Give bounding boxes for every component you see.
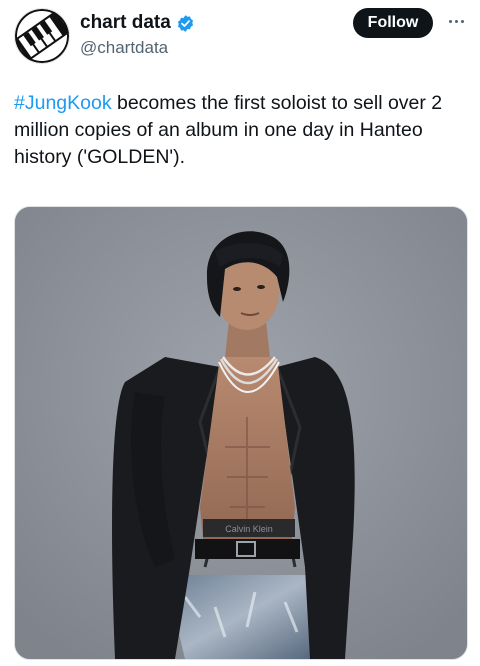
hashtag-link[interactable]: #JungKook (14, 92, 112, 114)
tweet-photo[interactable]: Calvin Klein (14, 206, 468, 660)
tweet-header: chart data @chartdata Follow (0, 0, 480, 74)
tweet-text: #JungKook becomes the first soloist to s… (14, 90, 469, 171)
verified-badge-icon (176, 14, 195, 33)
avatar[interactable] (14, 8, 70, 64)
more-dots-icon[interactable] (443, 12, 469, 30)
display-name[interactable]: chart data (80, 12, 171, 34)
handle[interactable]: @chartdata (80, 38, 168, 58)
photo-image: Calvin Klein (15, 207, 467, 659)
follow-button[interactable]: Follow (353, 8, 433, 38)
name-row: chart data (80, 12, 195, 34)
piano-keys-logo-icon (15, 9, 69, 63)
waistband-text: Calvin Klein (225, 524, 273, 534)
